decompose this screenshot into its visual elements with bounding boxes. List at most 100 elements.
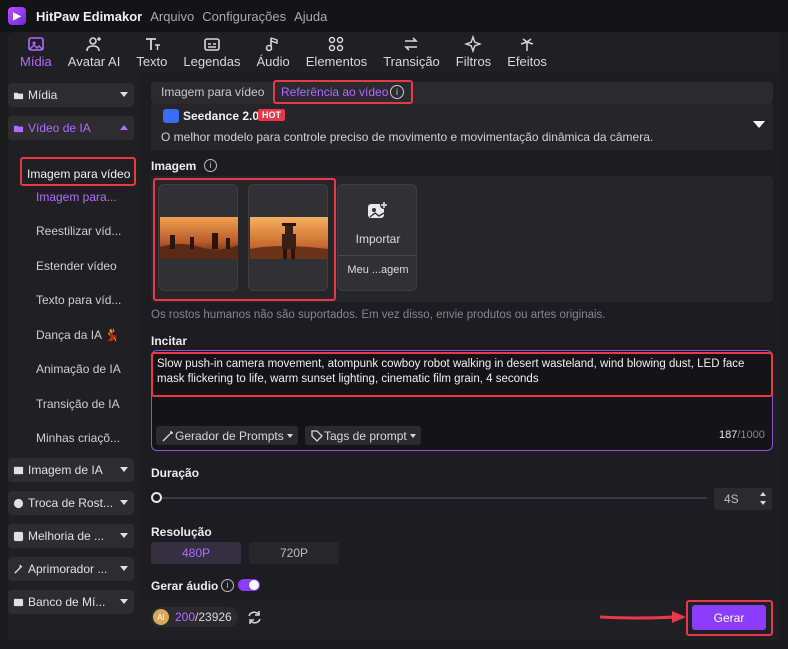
media-icon xyxy=(28,37,44,51)
sidebar-item-animacao[interactable]: Animação de IA xyxy=(36,362,121,376)
prompt-generator-label: Gerador de Prompts xyxy=(175,428,284,443)
prompt-generator-button[interactable]: Gerador de Prompts xyxy=(156,426,298,445)
main-toolbar: Mídia Avatar AI Texto Legendas Áudio Ele… xyxy=(8,32,780,72)
duration-slider-handle[interactable] xyxy=(151,492,162,503)
tab-elementos-label: Elementos xyxy=(305,54,368,69)
tab-transicao[interactable]: Transição xyxy=(375,35,448,72)
chevron-down-icon xyxy=(286,433,293,438)
duration-slider-track[interactable] xyxy=(155,497,707,499)
resolution-480p[interactable]: 480P xyxy=(151,542,241,564)
prompt-tags-label: Tags de prompt xyxy=(324,428,407,443)
tab-midia[interactable]: Mídia xyxy=(12,35,60,72)
sidebar-section-midia[interactable]: Mídia xyxy=(8,83,134,107)
folder-icon xyxy=(13,92,24,99)
hot-badge: HOT xyxy=(258,109,285,121)
tab-audio[interactable]: Áudio xyxy=(249,35,298,72)
resolution-720p[interactable]: 720P xyxy=(249,542,339,564)
divider xyxy=(338,255,416,256)
tab-filtros-label: Filtros xyxy=(455,54,492,69)
avatar-icon xyxy=(86,37,102,52)
sidebar-section-label: Aprimorador ... xyxy=(28,562,108,576)
credits-used: 200 xyxy=(175,610,196,624)
sidebar-section-label: Imagem de IA xyxy=(28,463,103,477)
tab-avatar-label: Avatar AI xyxy=(67,54,121,69)
chevron-down-icon xyxy=(120,500,128,505)
sidebar-item-imagem-para[interactable]: Imagem para... xyxy=(36,190,117,204)
sidebar-section-troca-rosto[interactable]: Troca de Rost... xyxy=(8,491,134,515)
sidebar-section-banco[interactable]: Banco de Mí... xyxy=(8,590,134,614)
face-swap-icon xyxy=(13,498,24,508)
duration-stepper[interactable]: 4S xyxy=(714,488,772,510)
image-icon xyxy=(13,466,24,474)
wand-icon xyxy=(162,430,173,441)
duration-value: 4S xyxy=(724,492,739,506)
sidebar-section-aprimorador[interactable]: Aprimorador ... xyxy=(8,557,134,581)
increment-icon[interactable] xyxy=(760,492,766,496)
sidebar-item-estender[interactable]: Estender vídeo xyxy=(36,259,117,273)
import-button[interactable]: Importar Meu ...agem xyxy=(337,184,417,291)
highlight-box xyxy=(20,157,136,186)
sidebar-section-label: Banco de Mí... xyxy=(28,595,106,609)
tab-elementos[interactable]: Elementos xyxy=(298,35,375,72)
captions-icon xyxy=(204,38,220,51)
tab-efeitos-label: Efeitos xyxy=(507,54,547,69)
menu-ajuda[interactable]: Ajuda xyxy=(294,9,327,24)
sidebar-item-danca[interactable]: Dança da IA 💃 xyxy=(36,328,120,342)
toggle-knob xyxy=(249,580,259,590)
image-note: Os rostos humanos não são suportados. Em… xyxy=(151,309,606,321)
prompt-tags-button[interactable]: Tags de prompt xyxy=(305,426,421,445)
sidebar-section-label: Mídia xyxy=(28,88,58,102)
tag-icon xyxy=(311,429,323,442)
tab-texto-label: Texto xyxy=(136,54,168,69)
credits-display: AI 200 /23926 xyxy=(151,607,238,627)
audio-icon xyxy=(265,37,278,52)
sidebar-section-label: Troca de Rost... xyxy=(28,496,113,510)
sidebar-item-minhas-criacoes[interactable]: Minhas criaçõ... xyxy=(36,431,120,445)
sidebar-item-reestilizar[interactable]: Reestilizar víd... xyxy=(36,224,121,238)
tab-texto[interactable]: Texto xyxy=(128,35,175,72)
model-logo-icon xyxy=(163,109,179,123)
incitar-heading: Incitar xyxy=(151,334,188,348)
add-image-icon xyxy=(368,201,388,218)
my-images-label[interactable]: Meu ...agem xyxy=(338,264,418,276)
tab-legendas[interactable]: Legendas xyxy=(175,35,248,72)
model-selector[interactable]: Seedance 2.0 HOT O melhor modelo para co… xyxy=(151,104,773,150)
sidebar-section-label: Melhoria de ... xyxy=(28,529,105,543)
text-icon xyxy=(145,38,160,50)
transition-icon xyxy=(404,37,419,51)
tab-avatar-ai[interactable]: Avatar AI xyxy=(60,35,129,72)
effects-icon xyxy=(520,38,534,51)
sidebar-section-melhoria[interactable]: Melhoria de ... xyxy=(8,524,134,548)
audio-toggle[interactable] xyxy=(238,579,260,591)
menu-configuracoes[interactable]: Configurações xyxy=(202,9,286,24)
credits-coin-icon: AI xyxy=(153,609,169,625)
library-icon xyxy=(13,598,24,606)
credits-total: /23926 xyxy=(195,610,232,624)
gerar-audio-heading: Gerar áudio xyxy=(151,579,219,593)
tab-legendas-label: Legendas xyxy=(183,54,241,69)
chevron-up-icon xyxy=(120,125,128,130)
sidebar-section-video-ia[interactable]: Vídeo de IA xyxy=(8,116,134,140)
sidebar-item-texto-video[interactable]: Texto para víd... xyxy=(36,293,121,307)
decrement-icon[interactable] xyxy=(760,501,766,505)
info-icon[interactable]: i xyxy=(204,159,217,172)
chevron-down-icon xyxy=(120,566,128,571)
tab-efeitos[interactable]: Efeitos xyxy=(499,35,555,72)
tab-imagem-para-video[interactable]: Imagem para vídeo xyxy=(161,85,264,99)
sidebar-item-transicao-ia[interactable]: Transição de IA xyxy=(36,397,120,411)
chevron-down-icon xyxy=(120,599,128,604)
wand-icon xyxy=(14,564,23,574)
sidebar-section-label: Vídeo de IA xyxy=(28,121,91,135)
char-counter: 187/1000 xyxy=(719,429,765,441)
sidebar-section-imagem-ia[interactable]: Imagem de IA xyxy=(8,458,134,482)
chevron-down-icon xyxy=(120,92,128,97)
chevron-down-icon xyxy=(409,433,416,438)
filters-icon xyxy=(464,35,483,53)
tab-filtros[interactable]: Filtros xyxy=(448,35,499,72)
menu-arquivo[interactable]: Arquivo xyxy=(150,9,194,24)
chevron-down-icon[interactable] xyxy=(753,121,765,128)
info-icon[interactable]: i xyxy=(221,579,234,592)
elements-icon xyxy=(329,36,344,52)
tab-transicao-label: Transição xyxy=(383,54,440,69)
refresh-icon[interactable] xyxy=(246,609,263,626)
